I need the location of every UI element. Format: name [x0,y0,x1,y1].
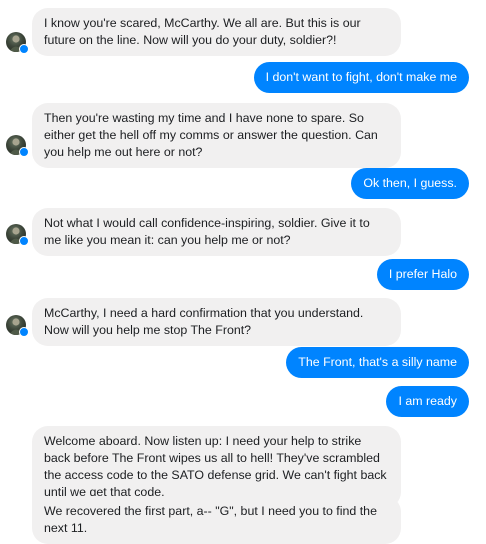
message-bubble-outgoing: I prefer Halo [376,259,469,290]
message-bubble-incoming: I know you're scared, McCarthy. We all a… [32,8,401,56]
message-bubble-outgoing: I am ready [386,386,469,417]
message-text: The Front, that's a silly name [298,355,457,369]
message-bubble-incoming: Not what I would call confidence-inspiri… [32,208,401,256]
message-text: I don't want to fight, don't make me [265,70,457,84]
message-bubble-outgoing: The Front, that's a silly name [286,347,469,378]
messenger-badge-icon [19,147,29,157]
message-bubble-outgoing: Ok then, I guess. [351,168,469,199]
message-text: Then you're wasting my time and I have n… [44,111,378,159]
messenger-badge-icon [19,327,29,337]
message-bubble-incoming: McCarthy, I need a hard confirmation tha… [32,298,401,346]
message-bubble-incoming: Then you're wasting my time and I have n… [32,103,401,168]
messenger-badge-icon [19,236,29,246]
message-text: We recovered the first part, a-- "G", bu… [44,504,377,535]
message-text: Ok then, I guess. [363,176,457,190]
message-text: McCarthy, I need a hard confirmation tha… [44,306,364,337]
message-text: I prefer Halo [388,267,457,281]
message-text: Welcome aboard. Now listen up: I need yo… [44,434,387,499]
message-text: I am ready [398,394,457,408]
message-text: I know you're scared, McCarthy. We all a… [44,16,361,47]
message-bubble-outgoing: I don't want to fight, don't make me [253,62,469,93]
message-text: Not what I would call confidence-inspiri… [44,216,370,247]
message-bubble-incoming: We recovered the first part, a-- "G", bu… [32,496,401,544]
messenger-badge-icon [19,44,29,54]
